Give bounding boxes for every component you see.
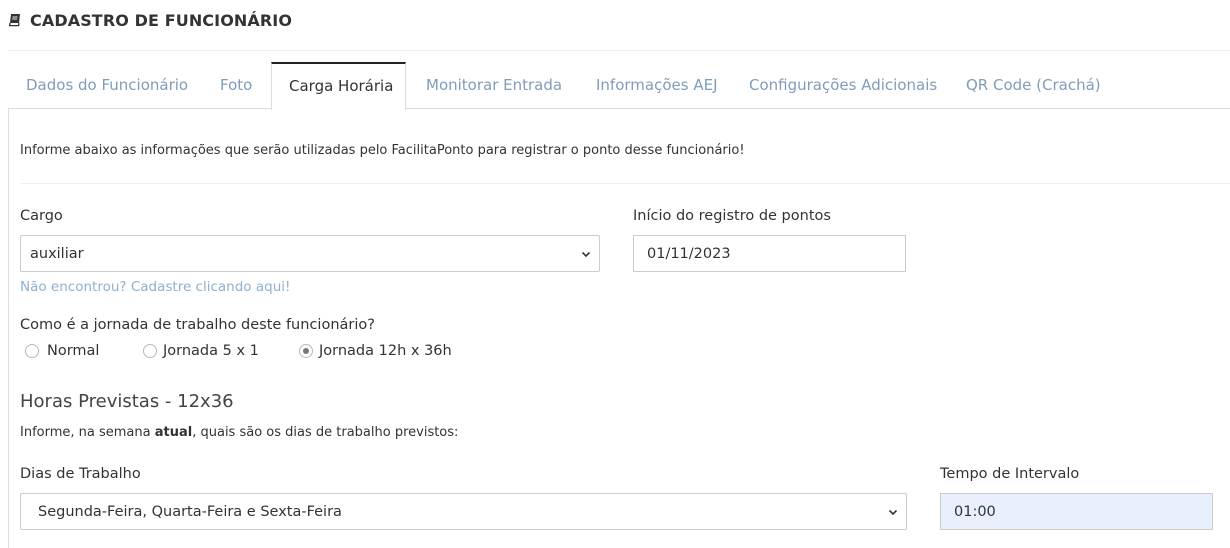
intervalo-value: 01:00 bbox=[954, 503, 996, 520]
radio-jornada-5x1[interactable]: Jornada 5 x 1 bbox=[143, 343, 259, 359]
tab-qr-code[interactable]: QR Code (Crachá) bbox=[949, 62, 1118, 109]
tab-bar: Dados do Funcionário Foto Carga Horária … bbox=[8, 62, 1230, 110]
tab-foto[interactable]: Foto bbox=[203, 62, 269, 109]
book-icon bbox=[8, 14, 20, 27]
intervalo-label: Tempo de Intervalo bbox=[940, 466, 1080, 482]
jornada-question: Como é a jornada de trabalho deste funci… bbox=[20, 317, 375, 333]
dias-select-value: Segunda-Feira, Quarta-Feira e Sexta-Feir… bbox=[38, 503, 342, 520]
chevron-down-icon bbox=[581, 251, 591, 258]
register-cargo-link[interactable]: Não encontrou? Cadastre clicando aqui! bbox=[20, 279, 290, 295]
intro-divider bbox=[20, 183, 1230, 184]
radio-jornada-12x36[interactable]: Jornada 12h x 36h bbox=[299, 343, 452, 359]
tab-carga-horaria[interactable]: Carga Horária bbox=[271, 62, 406, 110]
radio-normal-label: Normal bbox=[47, 343, 100, 359]
tab-informacoes-aej[interactable]: Informações AEJ bbox=[579, 62, 735, 109]
radio-normal[interactable]: Normal bbox=[25, 343, 99, 359]
radio-jornada-12x36-label: Jornada 12h x 36h bbox=[319, 343, 452, 359]
tab-monitorar-entrada[interactable]: Monitorar Entrada bbox=[409, 62, 579, 109]
horas-previstas-title: Horas Previstas - 12x36 bbox=[20, 391, 234, 412]
desc-text-bold: atual bbox=[154, 425, 193, 440]
cargo-label: Cargo bbox=[20, 208, 63, 224]
tab-dados-do-funcionario[interactable]: Dados do Funcionário bbox=[9, 62, 205, 109]
desc-text-after: , quais são os dias de trabalho previsto… bbox=[192, 425, 459, 440]
radio-normal-circle[interactable] bbox=[25, 344, 39, 358]
radio-jornada-5x1-circle[interactable] bbox=[143, 344, 157, 358]
intervalo-input[interactable]: 01:00 bbox=[940, 493, 1213, 530]
dias-label: Dias de Trabalho bbox=[20, 466, 141, 482]
inicio-label: Início do registro de pontos bbox=[633, 208, 831, 224]
header-divider bbox=[8, 50, 1230, 51]
inicio-date-input[interactable]: 01/11/2023 bbox=[633, 235, 906, 272]
page-header: CADASTRO DE FUNCIONÁRIO bbox=[8, 8, 292, 32]
chevron-down-icon bbox=[888, 509, 898, 516]
dias-select[interactable]: Segunda-Feira, Quarta-Feira e Sexta-Feir… bbox=[20, 493, 907, 530]
intro-text: Informe abaixo as informações que serão … bbox=[20, 143, 745, 158]
cargo-select[interactable]: auxiliar bbox=[20, 235, 600, 272]
radio-jornada-12x36-circle[interactable] bbox=[299, 344, 313, 358]
inicio-date-value: 01/11/2023 bbox=[647, 245, 731, 262]
page-title: CADASTRO DE FUNCIONÁRIO bbox=[30, 10, 293, 30]
radio-jornada-5x1-label: Jornada 5 x 1 bbox=[163, 343, 259, 359]
cargo-select-value: auxiliar bbox=[30, 245, 84, 262]
tab-configuracoes-adicionais[interactable]: Configurações Adicionais bbox=[732, 62, 954, 109]
horas-previstas-description: Informe, na semana atual, quais são os d… bbox=[20, 425, 458, 440]
desc-text-before: Informe, na semana bbox=[20, 425, 155, 440]
